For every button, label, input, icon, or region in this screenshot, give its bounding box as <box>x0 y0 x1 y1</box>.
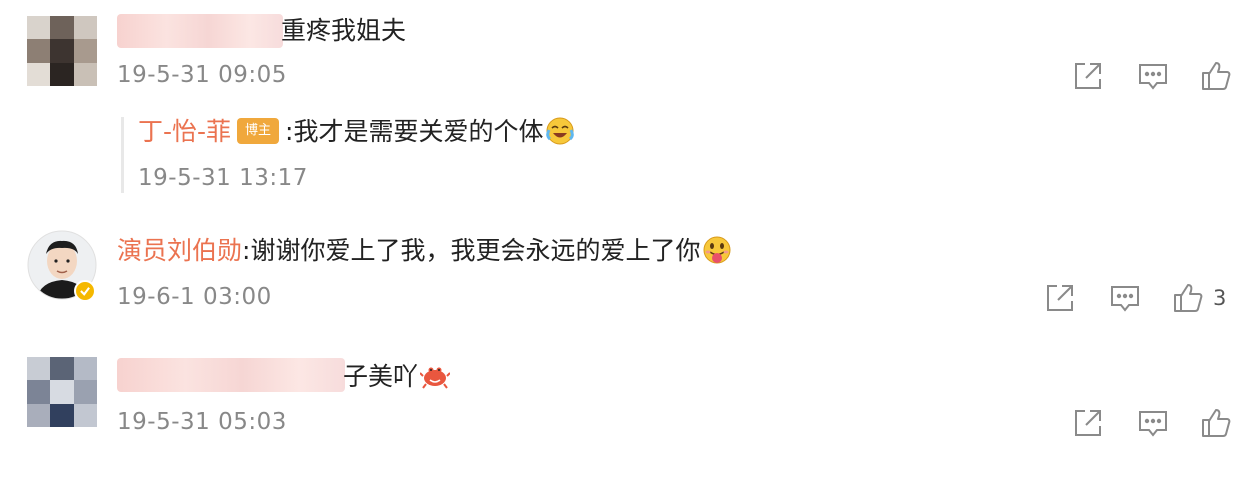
comment-timestamp: 19-6-1 03:00 <box>117 284 272 310</box>
blurred-username <box>117 14 283 48</box>
thumbs-up-icon[interactable] <box>1199 406 1233 440</box>
thumbs-up-icon[interactable] <box>1171 281 1205 315</box>
comment-line: 演员刘伯勋:谢谢你爱上了我，我更会永远的爱上了你 <box>117 234 732 268</box>
share-icon[interactable] <box>1071 59 1105 93</box>
comment-text: 重疼我姐夫 <box>281 16 407 45</box>
like-count: 3 <box>1213 286 1227 310</box>
tongue-out-emoji-icon <box>702 235 732 265</box>
comment-icon[interactable] <box>1136 59 1170 93</box>
comment-timestamp: 19-5-31 05:03 <box>117 409 287 435</box>
share-icon[interactable] <box>1043 281 1077 315</box>
comment-text: 子美吖 <box>343 362 419 391</box>
reply-author-link[interactable]: 丁-怡-菲 <box>138 117 231 146</box>
author-badge: 博主 <box>237 118 280 144</box>
comment-icon[interactable] <box>1108 281 1142 315</box>
comment-text: :谢谢你爱上了我，我更会永远的爱上了你 <box>242 236 701 265</box>
reply-line: 丁-怡-菲 博主:我才是需要关爱的个体 <box>138 115 575 149</box>
thumbs-up-icon[interactable] <box>1199 59 1233 93</box>
comment-line: 子美吖 <box>343 360 451 394</box>
comment-icon[interactable] <box>1136 406 1170 440</box>
blurred-username <box>117 358 345 392</box>
avatar[interactable] <box>27 357 97 427</box>
share-icon[interactable] <box>1071 406 1105 440</box>
laughing-crying-emoji-icon <box>545 116 575 146</box>
comment-timestamp: 19-5-31 09:05 <box>117 62 287 88</box>
crab-emoji-icon <box>419 361 451 391</box>
reply-text: :我才是需要关爱的个体 <box>285 117 544 146</box>
reply-timestamp: 19-5-31 13:17 <box>138 165 308 191</box>
comment-author-link[interactable]: 演员刘伯勋 <box>117 236 242 265</box>
verified-badge-icon <box>74 280 96 302</box>
avatar[interactable] <box>27 16 97 86</box>
reply-divider <box>121 117 124 193</box>
